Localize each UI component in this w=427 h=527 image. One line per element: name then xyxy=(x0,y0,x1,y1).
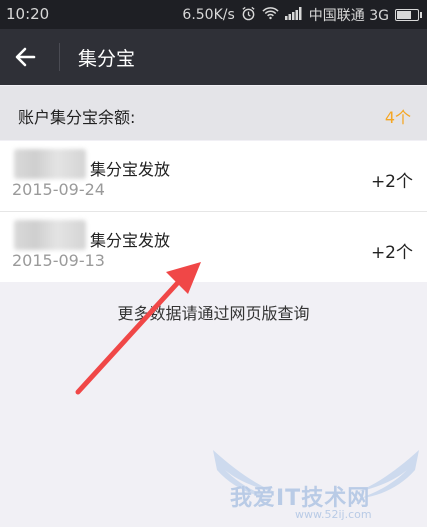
list-item[interactable]: 集分宝发放 2015-09-24 +2个 xyxy=(0,141,427,212)
signal-icon xyxy=(284,6,303,24)
carrier-name: 中国联通 3G xyxy=(308,8,389,24)
app-bar-divider xyxy=(59,43,60,71)
network-speed: 6.50K/s xyxy=(182,7,235,23)
record-date: 2015-09-24 xyxy=(12,180,105,199)
status-bar: 10:20 6.50K/s 中国联通 3G xyxy=(0,0,427,29)
record-amount: +2个 xyxy=(370,243,413,263)
balance-label: 账户集分宝余额: xyxy=(18,108,136,127)
battery-icon xyxy=(395,9,422,21)
record-description: 集分宝发放 xyxy=(90,231,171,250)
wifi-icon xyxy=(262,6,279,24)
blurred-text xyxy=(14,220,86,250)
balance-header: 账户集分宝余额: 4个 xyxy=(0,86,427,140)
watermark: 我爱IT技术网 www.52ij.com xyxy=(205,440,427,527)
record-list: 集分宝发放 2015-09-24 +2个 集分宝发放 2015-09-13 +2… xyxy=(0,141,427,282)
record-amount: +2个 xyxy=(370,172,413,192)
balance-value: 4个 xyxy=(384,108,411,127)
page-title: 集分宝 xyxy=(78,48,136,70)
app-bar: 集分宝 xyxy=(0,29,427,85)
list-item[interactable]: 集分宝发放 2015-09-13 +2个 xyxy=(0,212,427,282)
back-arrow-icon xyxy=(12,47,40,75)
status-time: 10:20 xyxy=(6,5,50,23)
web-query-hint: 更多数据请通过网页版查询 xyxy=(117,304,310,323)
record-date: 2015-09-13 xyxy=(12,251,105,270)
back-button[interactable] xyxy=(12,43,44,71)
watermark-url: www.52ij.com xyxy=(295,508,372,521)
record-description: 集分宝发放 xyxy=(90,160,171,179)
alarm-icon xyxy=(241,6,256,25)
blurred-text xyxy=(14,149,86,179)
status-right: 6.50K/s 中国联通 3G xyxy=(182,5,422,25)
